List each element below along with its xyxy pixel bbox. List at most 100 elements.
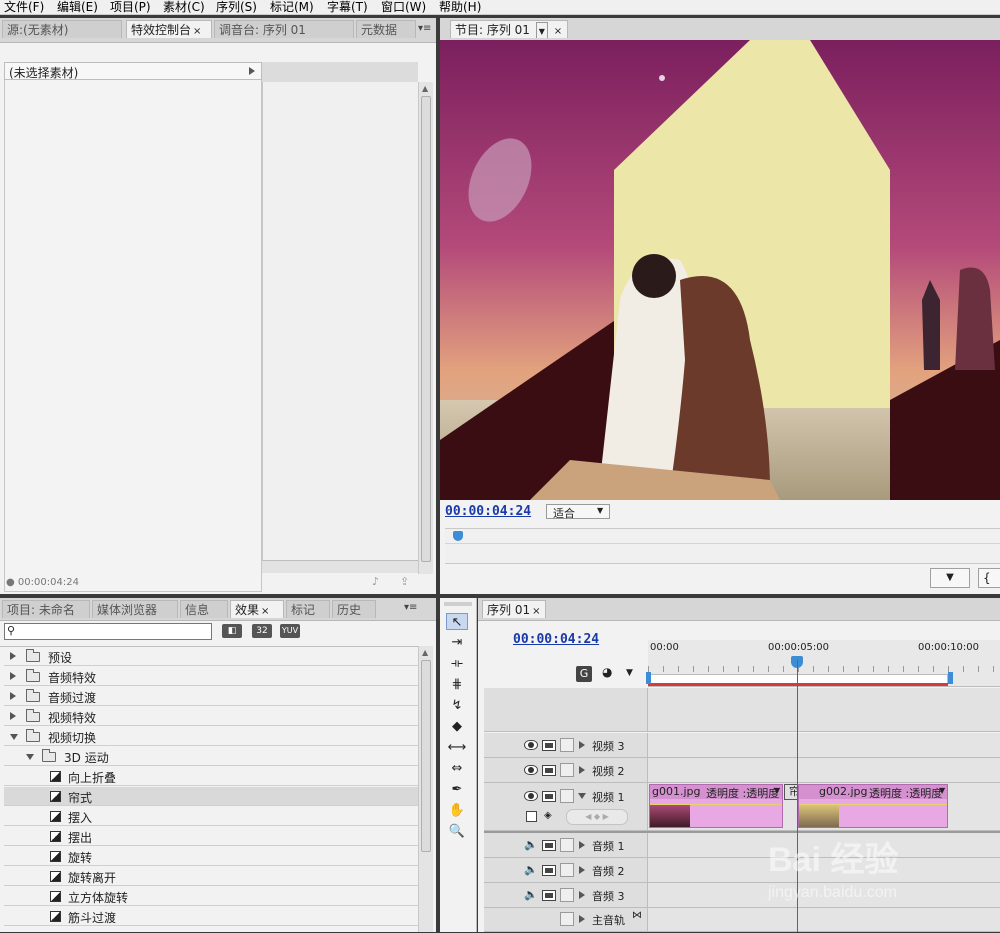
lock-toggle[interactable]: [560, 838, 574, 852]
expand-triangle-icon[interactable]: [579, 741, 585, 749]
chevron-down-icon[interactable]: ▼: [774, 786, 780, 795]
menu-title[interactable]: 字幕(T): [327, 0, 368, 14]
tab-program[interactable]: 节目: 序列 01 ▼ ×: [450, 20, 568, 38]
effect-item-row[interactable]: 向上折叠: [4, 767, 418, 786]
tab-metadata[interactable]: 元数据: [356, 20, 416, 38]
effect-item-row[interactable]: 帘式: [4, 787, 418, 806]
display-style-icon[interactable]: [526, 811, 537, 822]
tab-project[interactable]: 项目: 未命名: [2, 600, 90, 618]
tab-history[interactable]: 历史: [332, 600, 376, 618]
effects-scrollbar[interactable]: ▲: [418, 646, 433, 932]
effects-folder-row[interactable]: 音频特效: [4, 667, 418, 686]
eye-icon[interactable]: [524, 740, 538, 750]
time-ruler[interactable]: 00:00 00:00:05:00 00:00:10:00: [646, 640, 1000, 687]
pen-tool-icon[interactable]: ✒: [446, 781, 468, 798]
expand-triangle-icon[interactable]: [10, 652, 16, 660]
lock-toggle[interactable]: [560, 789, 574, 803]
rate-stretch-tool-icon[interactable]: ↯: [446, 697, 468, 714]
play-triangle-icon[interactable]: [249, 67, 255, 75]
effect-item-row[interactable]: 立方体旋转: [4, 887, 418, 906]
track-select-tool-icon[interactable]: ⇥: [446, 634, 468, 651]
panel-menu-icon[interactable]: ▾≡: [418, 23, 431, 34]
sync-lock-icon[interactable]: [542, 791, 556, 802]
expand-triangle-icon[interactable]: [10, 712, 16, 720]
yuv-effects-icon[interactable]: YUV: [280, 624, 300, 638]
marker-button[interactable]: ▼: [930, 568, 970, 588]
lock-toggle[interactable]: [560, 738, 574, 752]
work-area-start[interactable]: [646, 672, 651, 684]
playhead-icon[interactable]: [453, 531, 463, 541]
sync-lock-icon[interactable]: [542, 890, 556, 901]
clip-g001[interactable]: g001.jpg 透明度 :透明度 ▼: [649, 784, 783, 828]
audio-scrub-icon[interactable]: ♪: [372, 575, 379, 588]
expand-triangle-icon[interactable]: [10, 672, 16, 680]
effects-folder-row[interactable]: 3D 运动: [4, 747, 418, 766]
scroll-up-icon[interactable]: ▲: [422, 648, 428, 657]
expand-triangle-icon[interactable]: [579, 915, 585, 923]
menu-sequence[interactable]: 序列(S): [216, 0, 257, 14]
slide-tool-icon[interactable]: ⇔: [446, 760, 468, 777]
effects-search-input[interactable]: ⚲: [4, 623, 212, 640]
expand-triangle-icon[interactable]: [10, 692, 16, 700]
rolling-edit-tool-icon[interactable]: ⋕: [446, 676, 468, 693]
collapse-triangle-icon[interactable]: [578, 793, 586, 799]
expand-triangle-icon[interactable]: [579, 866, 585, 874]
accelerated-effects-icon[interactable]: ◧: [222, 624, 242, 638]
collapse-triangle-icon[interactable]: [10, 734, 18, 740]
speaker-icon[interactable]: 🔈: [524, 838, 538, 851]
collapse-triangle-icon[interactable]: [26, 754, 34, 760]
close-icon[interactable]: ×: [261, 606, 269, 617]
menu-edit[interactable]: 编辑(E): [57, 0, 98, 14]
clip-g002[interactable]: g002.jpg 透明度 :透明度 ▼: [798, 784, 948, 828]
effects-folder-row[interactable]: 视频切换: [4, 727, 418, 746]
clip-effect[interactable]: 透明度 :透明度: [869, 785, 942, 801]
32bit-effects-icon[interactable]: 32: [252, 624, 272, 638]
lock-toggle[interactable]: [560, 912, 574, 926]
close-icon[interactable]: ×: [554, 26, 562, 37]
effect-item-row[interactable]: 旋转离开: [4, 867, 418, 886]
program-scrubber[interactable]: [445, 528, 1000, 564]
program-timecode[interactable]: 00:00:04:24: [445, 504, 531, 519]
chevron-down-icon[interactable]: ▼: [535, 22, 548, 38]
effect-item-row[interactable]: 旋转: [4, 847, 418, 866]
effect-item-row[interactable]: 摆出: [4, 827, 418, 846]
speaker-icon[interactable]: 🔈: [524, 888, 538, 901]
tab-media-browser[interactable]: 媒体浏览器: [92, 600, 178, 618]
lock-toggle[interactable]: [560, 763, 574, 777]
tab-audio-mixer[interactable]: 调音台: 序列 01: [214, 20, 354, 38]
close-icon[interactable]: ×: [193, 26, 201, 37]
tab-sequence[interactable]: 序列 01 ×: [482, 600, 546, 618]
clip-effect[interactable]: 透明度 :透明度: [706, 785, 779, 801]
snap-icon[interactable]: G: [576, 666, 592, 682]
hand-tool-icon[interactable]: ✋: [446, 802, 468, 819]
keyframe-icon[interactable]: ◕: [602, 665, 612, 679]
menu-marker[interactable]: 标记(M): [270, 0, 314, 14]
add-marker-icon[interactable]: ▼: [626, 668, 633, 678]
fit-dropdown[interactable]: 适合 ▼: [546, 504, 610, 520]
ripple-edit-tool-icon[interactable]: ⟛: [446, 655, 468, 672]
panel-menu-icon[interactable]: ▾≡: [404, 602, 417, 613]
menu-help[interactable]: 帮助(H): [439, 0, 481, 14]
effect-item-row[interactable]: 筋斗过渡: [4, 907, 418, 926]
expand-triangle-icon[interactable]: [579, 841, 585, 849]
razor-tool-icon[interactable]: ◆: [446, 718, 468, 735]
scroll-up-icon[interactable]: ▲: [422, 84, 428, 93]
tab-info[interactable]: 信息: [180, 600, 228, 618]
selection-tool-icon[interactable]: ↖: [446, 613, 468, 630]
keyframe-toggle-icon[interactable]: ◈: [544, 810, 552, 821]
effects-folder-row[interactable]: 视频特效: [4, 707, 418, 726]
timeline-timecode[interactable]: 00:00:04:24: [513, 632, 599, 647]
work-area-end[interactable]: [948, 672, 953, 684]
tab-effect-controls[interactable]: 特效控制台 ×: [126, 20, 212, 38]
close-icon[interactable]: ×: [532, 606, 540, 617]
menu-project[interactable]: 项目(P): [110, 0, 151, 14]
vertical-scrollbar[interactable]: ▲: [418, 82, 433, 574]
effect-item-row[interactable]: 摆入: [4, 807, 418, 826]
menu-file[interactable]: 文件(F): [4, 0, 44, 14]
expand-triangle-icon[interactable]: [579, 766, 585, 774]
tab-source[interactable]: 源:(无素材): [2, 20, 122, 38]
sync-lock-icon[interactable]: [542, 765, 556, 776]
lock-toggle[interactable]: [560, 863, 574, 877]
mini-timeline-hscroll[interactable]: [262, 560, 418, 573]
effects-folder-row[interactable]: 音频过渡: [4, 687, 418, 706]
